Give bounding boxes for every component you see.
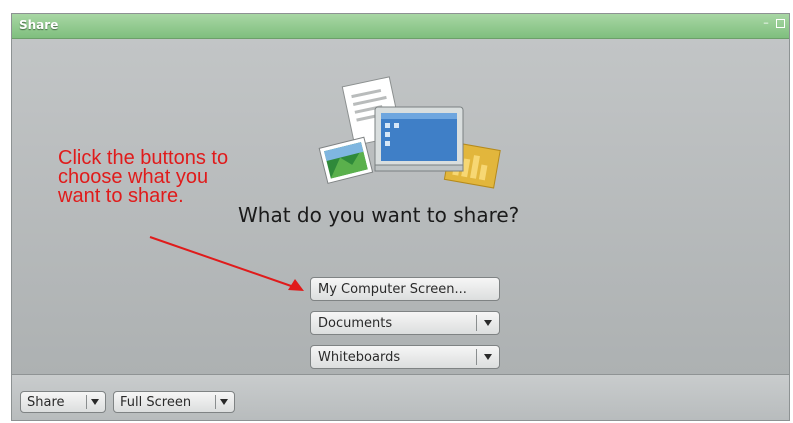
bottom-toolbar: Share Full Screen	[12, 374, 789, 420]
window-title: Share	[19, 18, 59, 32]
whiteboards-dropdown[interactable]	[476, 349, 499, 365]
share-panel: Click the buttons to choose what you wan…	[12, 39, 789, 374]
full-screen-dropdown[interactable]	[215, 395, 234, 409]
dropdown-arrow-icon	[484, 354, 492, 360]
whiteboards-label: Whiteboards	[318, 350, 401, 365]
documents-button[interactable]: Documents	[310, 311, 500, 335]
documents-dropdown[interactable]	[476, 315, 499, 331]
instruction-annotation: Click the buttons to choose what you wan…	[58, 147, 229, 207]
share-button-label: Share	[27, 395, 65, 410]
my-computer-screen-label: My Computer Screen...	[318, 282, 467, 297]
full-screen-label: Full Screen	[120, 395, 192, 410]
my-computer-screen-button[interactable]: My Computer Screen...	[310, 277, 500, 301]
dropdown-arrow-icon	[484, 320, 492, 326]
maximize-icon[interactable]	[776, 19, 785, 28]
share-question: What do you want to share?	[238, 203, 520, 227]
dropdown-arrow-icon	[91, 399, 99, 405]
documents-label: Documents	[318, 316, 393, 331]
share-illustration-icon	[318, 76, 501, 189]
window-titlebar[interactable]: Share –	[12, 14, 789, 39]
annotation-arrow-icon	[149, 236, 304, 291]
share-window: Share – Click the buttons to choose what…	[11, 13, 790, 421]
share-button[interactable]: Share	[20, 391, 106, 413]
dropdown-arrow-icon	[220, 399, 228, 405]
whiteboards-button[interactable]: Whiteboards	[310, 345, 500, 369]
minimize-icon[interactable]: –	[761, 17, 771, 28]
share-dropdown[interactable]	[86, 395, 105, 409]
full-screen-button[interactable]: Full Screen	[113, 391, 235, 413]
